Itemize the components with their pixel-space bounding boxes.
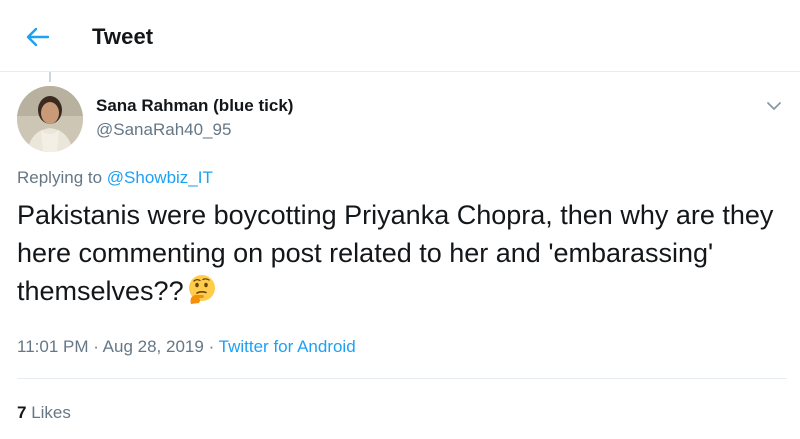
tweet-header: Tweet xyxy=(0,0,800,72)
arrow-left-icon xyxy=(26,27,50,47)
likes-label: Likes xyxy=(31,403,71,422)
likes-count: 7 xyxy=(17,403,27,422)
thread-connector-line xyxy=(49,72,51,82)
replying-to-label: Replying to xyxy=(17,168,103,187)
profile-photo xyxy=(17,86,83,152)
meta-separator: · xyxy=(208,337,215,356)
replying-to: Replying to @Showbiz_IT xyxy=(17,168,213,188)
divider xyxy=(17,378,787,379)
tweet-source-link[interactable]: Twitter for Android xyxy=(219,337,356,356)
tweet-menu-button[interactable] xyxy=(760,92,788,120)
tweet-meta: 11:01 PM · Aug 28, 2019 · Twitter for An… xyxy=(17,337,356,357)
page-title: Tweet xyxy=(92,24,154,49)
avatar[interactable] xyxy=(17,86,83,152)
thinking-face-icon xyxy=(188,275,215,304)
back-button[interactable] xyxy=(20,22,56,52)
tweet-text: Pakistanis were boycotting Priyanka Chop… xyxy=(17,200,774,306)
replying-to-link[interactable]: @Showbiz_IT xyxy=(107,168,213,187)
author-handle[interactable]: @SanaRah40_95 xyxy=(96,120,231,140)
likes-link[interactable]: 7 Likes xyxy=(17,403,71,423)
chevron-down-icon xyxy=(767,102,781,110)
tweet-timestamp[interactable]: 11:01 PM · Aug 28, 2019 xyxy=(17,337,204,356)
tweet-body: Pakistanis were boycotting Priyanka Chop… xyxy=(17,196,787,310)
author-name[interactable]: Sana Rahman (blue tick) xyxy=(96,96,293,116)
